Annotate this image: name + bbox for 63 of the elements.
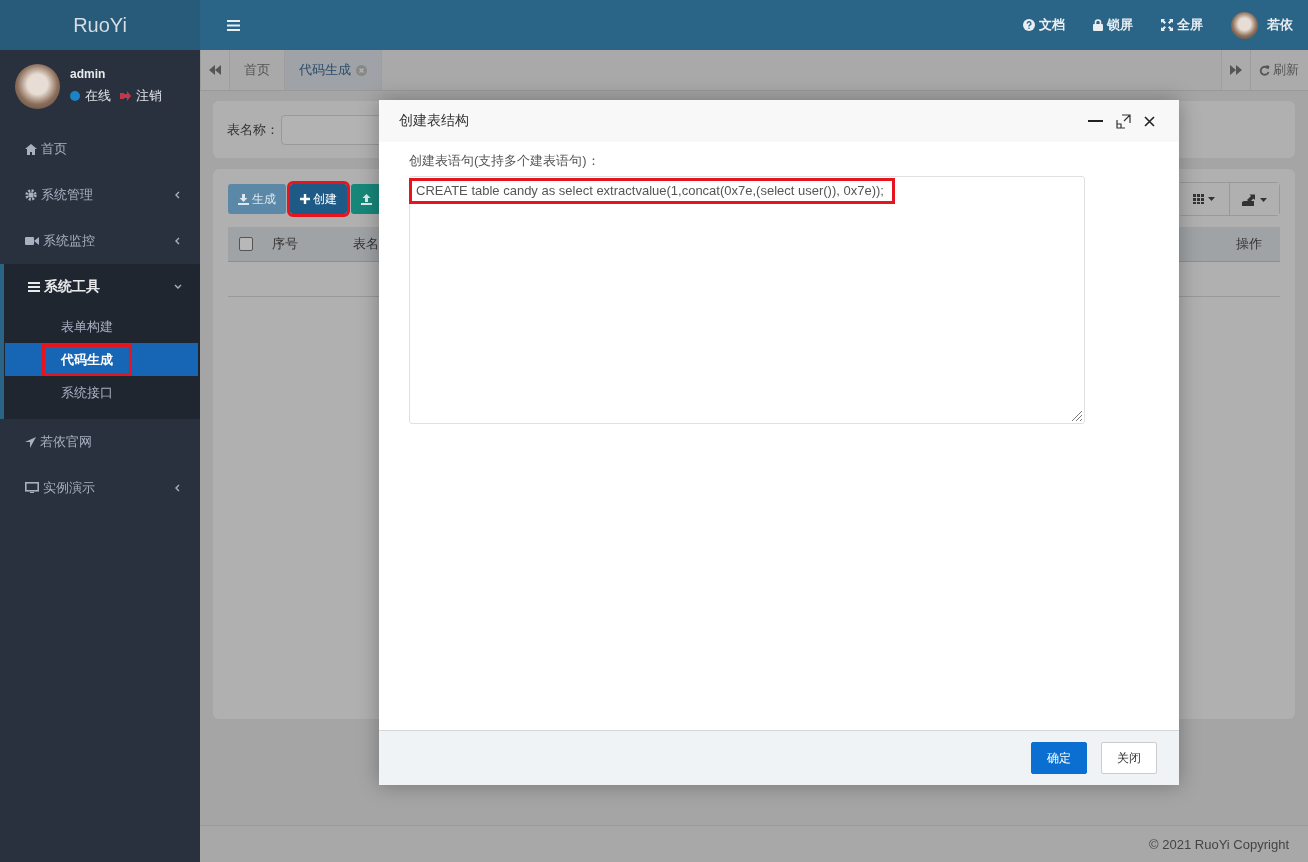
close-button[interactable]: 关闭 [1101,742,1157,774]
confirm-button[interactable]: 确定 [1031,742,1087,774]
chevron-down-icon [174,283,182,291]
refresh-icon [1259,64,1270,76]
tab[interactable]: 代码生成 [285,50,382,90]
menu-item[interactable]: 系统管理 [0,172,200,218]
header-link[interactable]: 锁屏 [1093,16,1133,34]
logout-link[interactable]: 注销 [136,87,162,105]
double-right-icon [1230,65,1242,75]
gear-icon [25,189,37,201]
maximize-icon[interactable] [1116,113,1131,129]
video-camera-icon [25,236,39,246]
dialog-title: 创建表结构 [399,112,469,130]
menu-item[interactable]: 系统监控 [0,218,200,264]
chevron-left-icon [174,484,182,492]
logo[interactable]: RuoYi [73,13,127,37]
submenu-item[interactable]: 表单构建 [5,310,198,343]
column-header: 序号 [272,235,298,253]
checkbox[interactable] [239,237,253,251]
user-menu[interactable]: 若依 [1267,16,1293,34]
expand-icon [1161,19,1173,31]
close-icon[interactable] [1144,115,1155,127]
export-button[interactable] [1229,183,1279,215]
user-name: admin [70,67,107,81]
download-icon [238,193,249,205]
menu-item[interactable]: 若依官网 [0,419,200,465]
copyright-text: © 2021 RuoYi Copyright [1149,836,1289,852]
location-arrow-icon [25,436,36,448]
submenu-item[interactable]: 系统接口 [5,376,198,409]
upload-icon [361,193,372,205]
status-dot-icon [70,91,80,101]
submenu-item[interactable]: 代码生成 [5,343,198,376]
double-left-icon [209,65,221,75]
avatar [15,63,60,109]
column-header: 操作 [1236,235,1262,253]
monitor-icon [25,482,39,494]
question-icon [1023,19,1035,31]
export-icon [1241,192,1268,206]
menu-item[interactable]: 首页 [0,126,200,172]
column-header: 表名 [353,235,379,253]
header-link[interactable]: 全屏 [1161,16,1203,34]
scroll-left-button[interactable] [200,50,230,90]
generate-button[interactable]: 生成 [228,184,286,214]
chevron-left-icon [174,191,182,199]
logout-icon [120,91,131,101]
lock-icon [1093,19,1103,31]
avatar [1231,11,1258,39]
menu-item[interactable]: 实例演示 [0,465,200,511]
home-icon [25,143,37,155]
menu-icon [28,282,40,292]
scroll-right-button[interactable] [1221,50,1251,90]
field-label: 表名称： [227,120,279,139]
create-button[interactable]: 创建 [290,184,347,214]
plus-icon [300,194,310,204]
sql-textarea[interactable]: CREATE table candy as select extractvalue(1,concat(0x7e,(select user()), 0x7e)); [409,176,1085,424]
chevron-left-icon [174,237,182,245]
header-link[interactable]: 文档 [1023,16,1065,34]
menu-item[interactable]: 系统工具 [4,264,200,310]
field-label: 创建表语句(支持多个建表语句)： [409,152,601,170]
status-text: 在线 [85,87,111,105]
grid-icon [1193,194,1215,204]
resize-grip-icon[interactable] [1071,410,1083,422]
menu-icon[interactable] [227,19,240,31]
